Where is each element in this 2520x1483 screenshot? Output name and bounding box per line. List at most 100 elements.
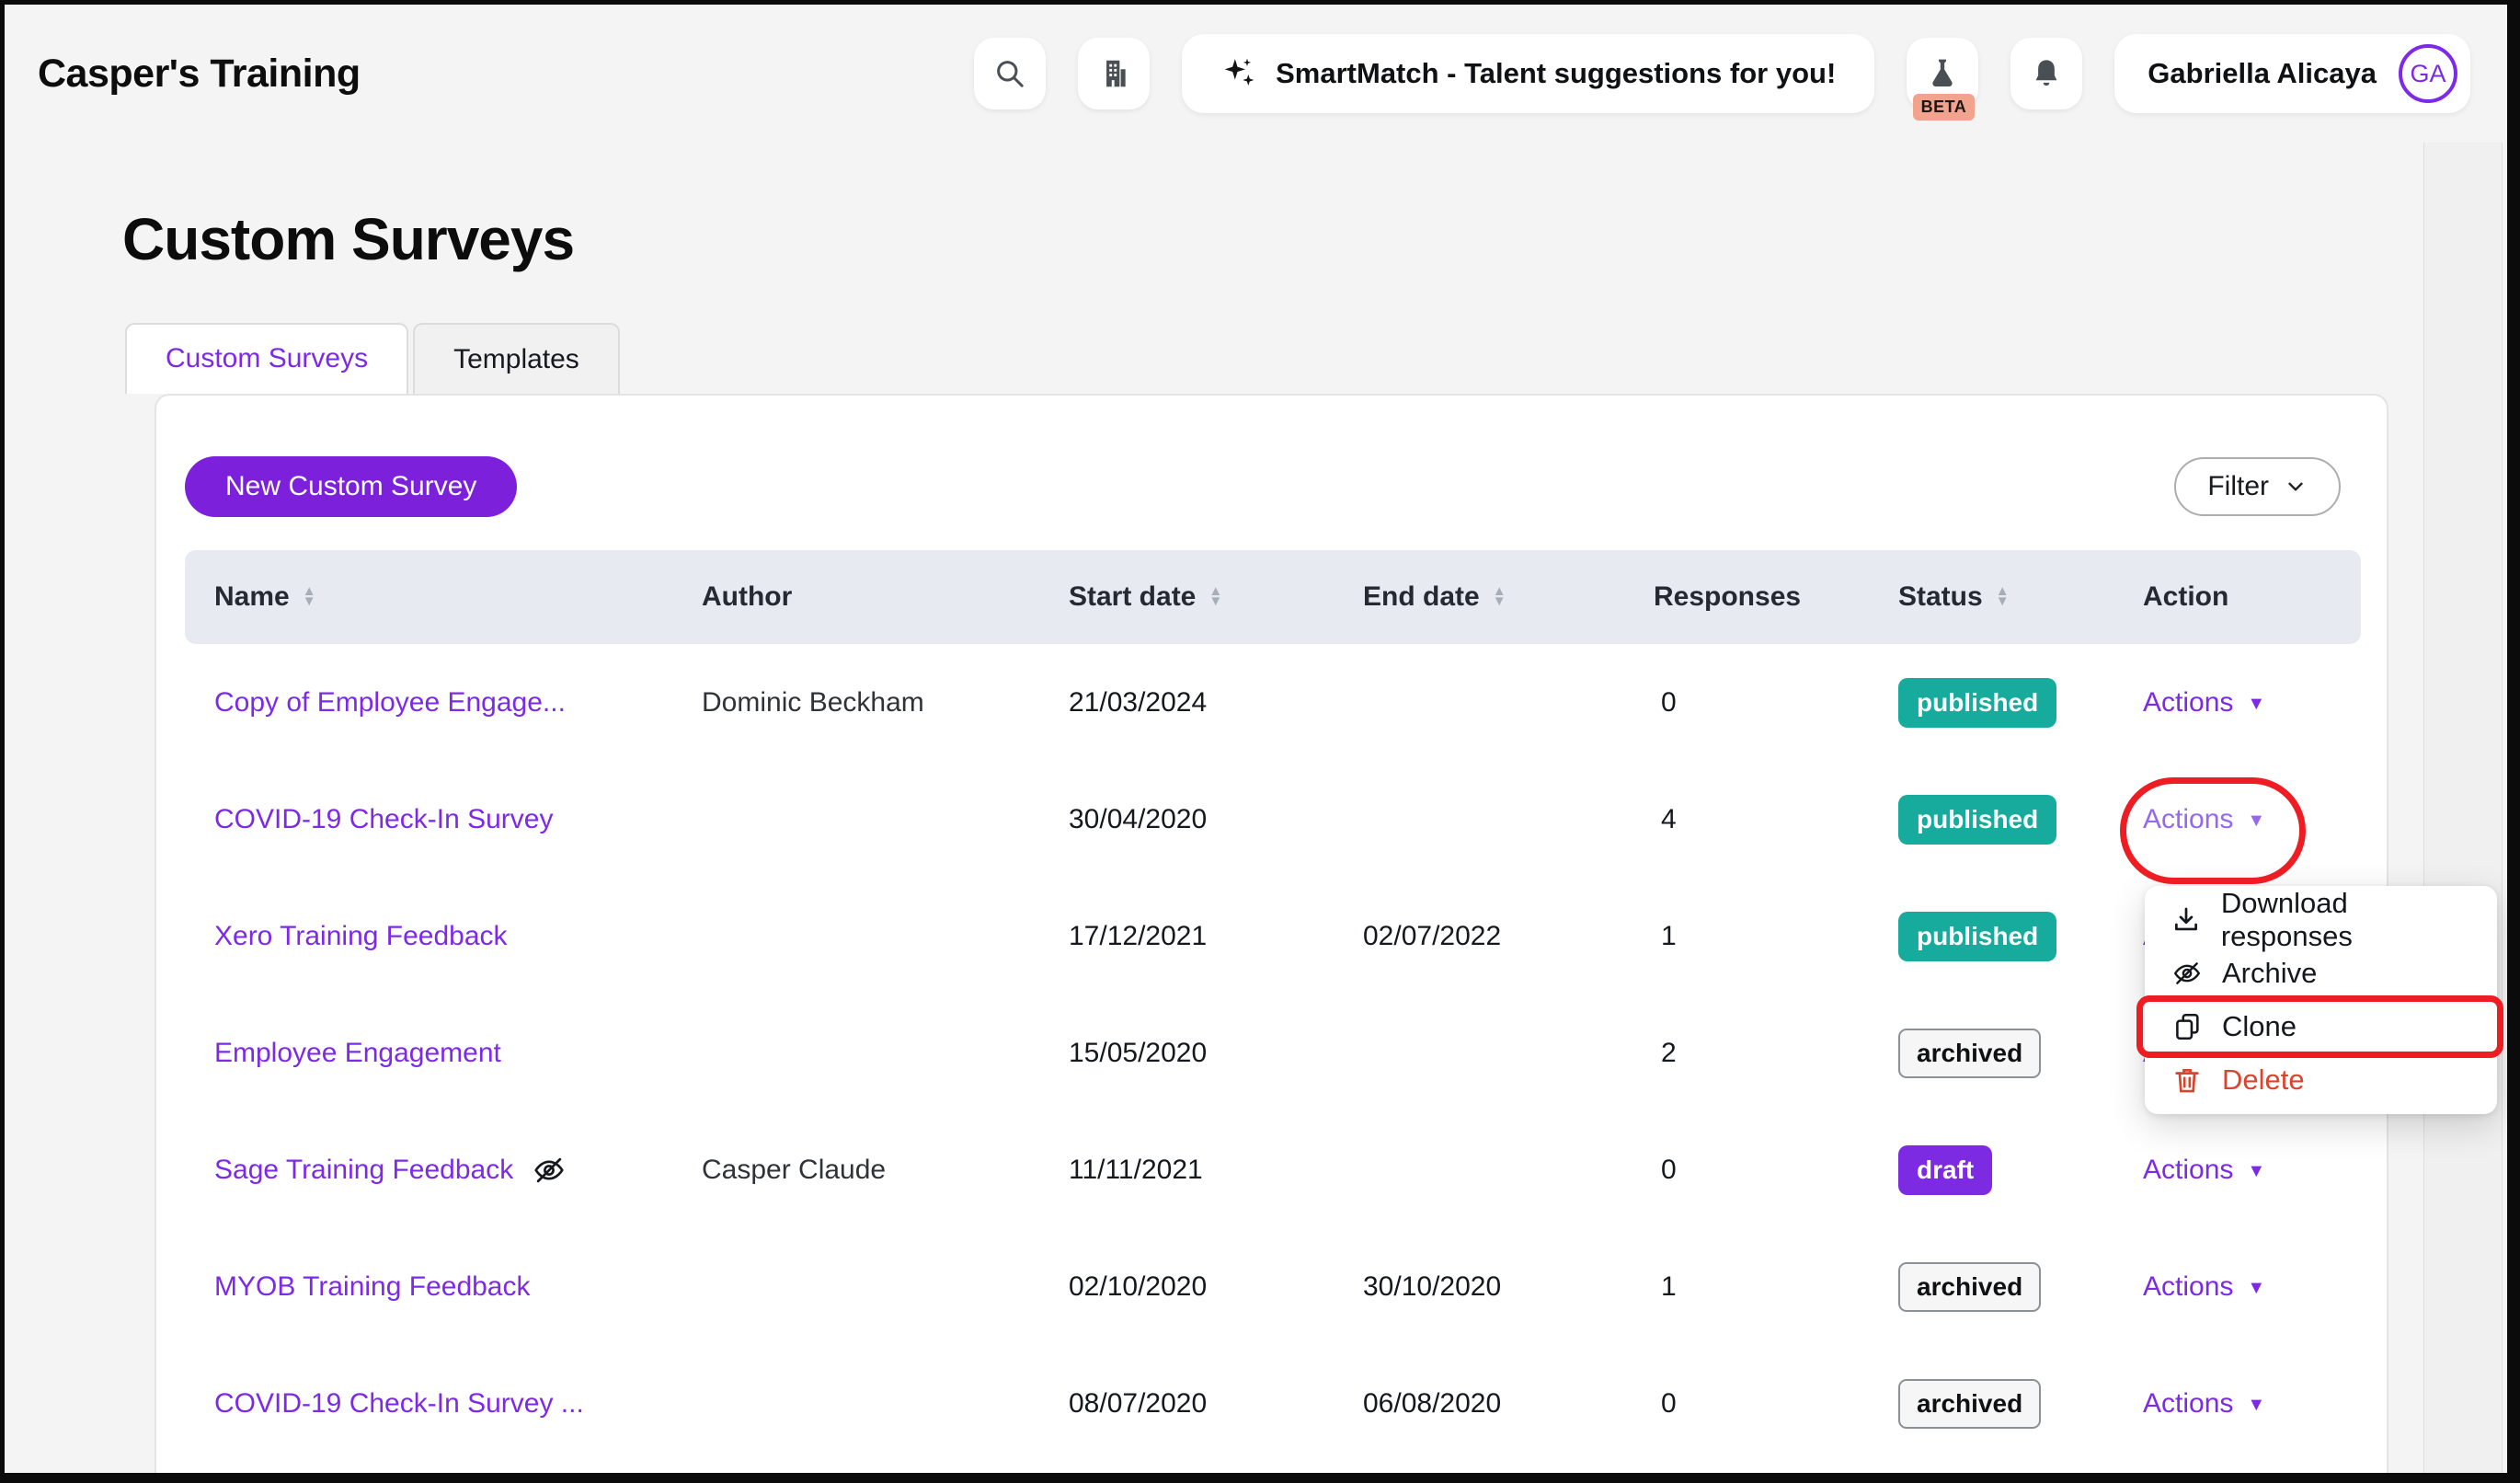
actions-label: Actions bbox=[2143, 1155, 2233, 1186]
actions-button-open[interactable]: Actions ▼ bbox=[2143, 804, 2265, 835]
new-custom-survey-button[interactable]: New Custom Survey bbox=[185, 456, 517, 517]
filter-button[interactable]: Filter bbox=[2174, 457, 2341, 516]
clone-icon bbox=[2171, 1011, 2204, 1042]
responses-cell: 0 bbox=[1654, 1388, 1898, 1420]
actions-label: Actions bbox=[2143, 804, 2233, 835]
actions-button[interactable]: Actions ▼ bbox=[2143, 1271, 2265, 1303]
survey-name-link[interactable]: COVID-19 Check-In Survey bbox=[214, 804, 553, 835]
author-cell: Casper Claude bbox=[702, 1155, 1069, 1186]
column-label: Status bbox=[1898, 581, 1983, 613]
status-badge: published bbox=[1898, 912, 2056, 961]
actions-label: Actions bbox=[2143, 1271, 2233, 1303]
menu-item-label: Archive bbox=[2222, 957, 2317, 990]
status-badge: archived bbox=[1898, 1029, 2041, 1078]
actions-label: Actions bbox=[2143, 687, 2233, 719]
column-header-end-date[interactable]: End date ▲▼ bbox=[1363, 581, 1654, 613]
avatar: GA bbox=[2399, 44, 2457, 103]
actions-button[interactable]: Actions▼ bbox=[2143, 1155, 2265, 1186]
menu-item-delete[interactable]: Delete bbox=[2145, 1053, 2497, 1107]
responses-cell: 0 bbox=[1654, 687, 1898, 719]
column-label: Start date bbox=[1069, 581, 1196, 613]
survey-name-link[interactable]: Xero Training Feedback bbox=[214, 921, 508, 952]
responses-cell: 4 bbox=[1654, 804, 1898, 835]
eye-off-icon bbox=[532, 1153, 567, 1188]
table-row: Employee Engagement 15/05/2020 2 archive… bbox=[185, 994, 2361, 1111]
menu-item-archive[interactable]: Archive bbox=[2145, 947, 2497, 1000]
smartmatch-button[interactable]: SmartMatch - Talent suggestions for you! bbox=[1182, 34, 1874, 113]
filter-label: Filter bbox=[2207, 471, 2269, 502]
column-header-start-date[interactable]: Start date ▲▼ bbox=[1069, 581, 1363, 613]
sort-icon: ▲▼ bbox=[1996, 587, 2010, 607]
card-toolbar: New Custom Survey Filter bbox=[185, 396, 2361, 517]
menu-item-download-responses[interactable]: Download responses bbox=[2145, 893, 2497, 947]
status-badge: archived bbox=[1898, 1262, 2041, 1312]
menu-item-label: Download responses bbox=[2221, 887, 2479, 953]
download-icon bbox=[2171, 904, 2203, 936]
company-button[interactable] bbox=[1078, 38, 1150, 109]
caret-down-icon: ▼ bbox=[2247, 810, 2265, 832]
start-date-cell: 17/12/2021 bbox=[1069, 921, 1363, 952]
user-menu-button[interactable]: Gabriella Alicaya GA bbox=[2114, 34, 2470, 113]
menu-item-label: Clone bbox=[2222, 1010, 2297, 1043]
screen: Casper's Training bbox=[0, 0, 2520, 1483]
tab-templates[interactable]: Templates bbox=[413, 323, 620, 394]
status-badge: draft bbox=[1898, 1145, 1992, 1195]
start-date-cell: 02/10/2020 bbox=[1069, 1271, 1363, 1303]
status-badge: archived bbox=[1898, 1379, 2041, 1429]
actions-button[interactable]: Actions▼ bbox=[2143, 687, 2265, 719]
bell-icon bbox=[2029, 56, 2064, 91]
trash-icon bbox=[2171, 1064, 2204, 1096]
responses-cell: 1 bbox=[1654, 921, 1898, 952]
actions-dropdown-menu: Download responses Archive Clone bbox=[2145, 886, 2497, 1114]
end-date-cell: 02/07/2022 bbox=[1363, 921, 1654, 952]
sort-icon: ▲▼ bbox=[303, 587, 316, 607]
sort-icon: ▲▼ bbox=[1208, 587, 1222, 607]
labs-button[interactable]: BETA bbox=[1907, 38, 1978, 109]
sparkles-icon bbox=[1220, 55, 1257, 92]
column-header-name[interactable]: Name ▲▼ bbox=[214, 581, 702, 613]
surveys-card: New Custom Survey Filter Name ▲▼ Author bbox=[155, 394, 2388, 1483]
beta-badge: BETA bbox=[1913, 94, 1976, 121]
column-label: Action bbox=[2143, 581, 2228, 613]
actions-button[interactable]: Actions ▼ bbox=[2143, 1388, 2265, 1420]
user-name: Gabriella Alicaya bbox=[2148, 57, 2377, 90]
survey-name-link[interactable]: MYOB Training Feedback bbox=[214, 1271, 531, 1303]
search-button[interactable] bbox=[974, 38, 1046, 109]
start-date-cell: 21/03/2024 bbox=[1069, 687, 1363, 719]
app-title: Casper's Training bbox=[38, 52, 361, 97]
tab-custom-surveys[interactable]: Custom Surveys bbox=[125, 323, 408, 394]
status-badge: published bbox=[1898, 795, 2056, 845]
table-row: Sage Training Feedback Casper Claude 11/… bbox=[185, 1111, 2361, 1228]
survey-name-link[interactable]: Copy of Employee Engage... bbox=[214, 687, 566, 719]
table-row: Copy of Employee Engage... Dominic Beckh… bbox=[185, 644, 2361, 761]
end-date-cell: 30/10/2020 bbox=[1363, 1271, 1654, 1303]
start-date-cell: 15/05/2020 bbox=[1069, 1038, 1363, 1069]
responses-cell: 1 bbox=[1654, 1271, 1898, 1303]
table-header: Name ▲▼ Author Start date ▲▼ End date ▲▼… bbox=[185, 550, 2361, 644]
author-cell: Dominic Beckham bbox=[702, 687, 1069, 719]
survey-name-link[interactable]: Sage Training Feedback bbox=[214, 1155, 513, 1186]
column-label: Responses bbox=[1654, 581, 1801, 613]
column-header-author: Author bbox=[702, 581, 1069, 613]
column-header-status[interactable]: Status ▲▼ bbox=[1898, 581, 2143, 613]
notifications-button[interactable] bbox=[2010, 38, 2082, 109]
main-content: Custom Surveys Custom Surveys Templates … bbox=[5, 205, 2507, 1483]
chevron-down-icon bbox=[2284, 475, 2308, 499]
topbar: Casper's Training bbox=[5, 5, 2507, 143]
menu-item-label: Delete bbox=[2222, 1063, 2305, 1097]
caret-down-icon: ▼ bbox=[2247, 1395, 2265, 1416]
topbar-actions: SmartMatch - Talent suggestions for you!… bbox=[974, 34, 2470, 113]
table-row: COVID-19 Check-In Survey ... 08/07/2020 … bbox=[185, 1345, 2361, 1462]
survey-name-link[interactable]: COVID-19 Check-In Survey ... bbox=[214, 1388, 584, 1420]
scrollbar-track[interactable] bbox=[2423, 143, 2503, 1473]
menu-item-clone[interactable]: Clone bbox=[2145, 1000, 2497, 1053]
sort-icon: ▲▼ bbox=[1493, 587, 1506, 607]
table-row: COVID-19 Check-In Survey 30/04/2020 4 pu… bbox=[185, 761, 2361, 878]
actions-label: Actions bbox=[2143, 1388, 2233, 1420]
responses-cell: 0 bbox=[1654, 1155, 1898, 1186]
column-label: Name bbox=[214, 581, 290, 613]
survey-name-link[interactable]: Employee Engagement bbox=[214, 1038, 501, 1069]
building-icon bbox=[1096, 56, 1131, 91]
tab-bar: Custom Surveys Templates bbox=[125, 323, 2507, 394]
caret-down-icon: ▼ bbox=[2247, 1278, 2265, 1299]
